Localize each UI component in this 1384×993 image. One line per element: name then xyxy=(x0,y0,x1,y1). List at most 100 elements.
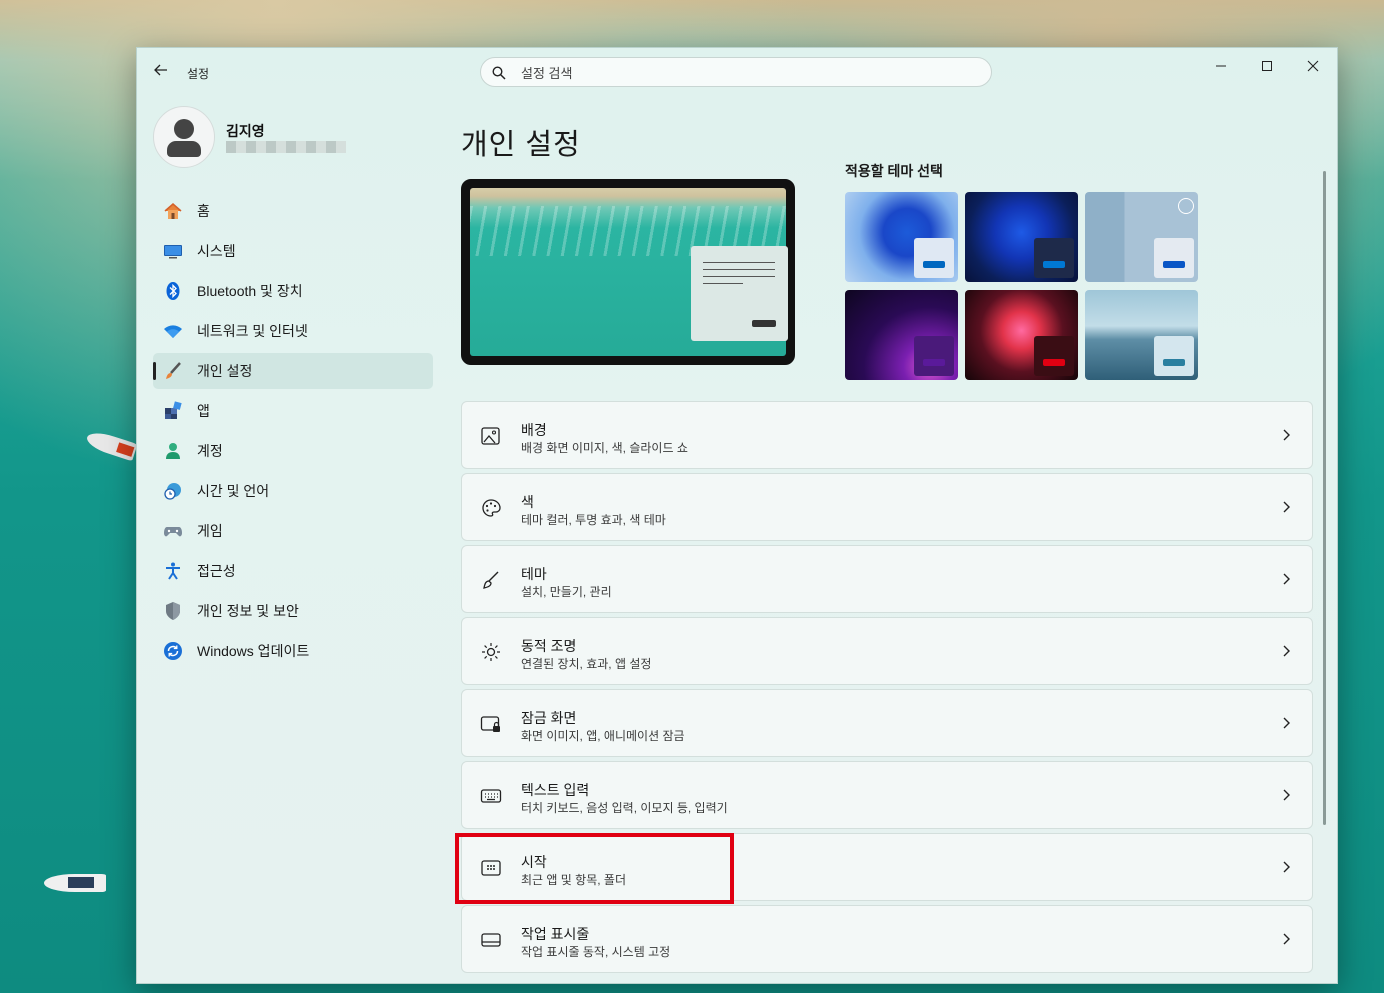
setting-title: 잠금 화면 xyxy=(521,710,577,726)
chevron-right-icon xyxy=(1283,645,1290,657)
avatar[interactable] xyxy=(153,106,215,168)
sidebar-nav: 홈 시스템 Bluetooth 및 장치 네트워크 및 인터넷 개인 설정 앱 … xyxy=(153,193,433,673)
palette-icon xyxy=(482,499,501,517)
theme-glow[interactable] xyxy=(845,290,958,380)
image-icon xyxy=(481,427,500,445)
sidebar-item-privacy-security[interactable]: 개인 정보 및 보안 xyxy=(153,593,433,629)
sidebar-item-personalization[interactable]: 개인 설정 xyxy=(153,353,433,389)
theme-captured-motion[interactable] xyxy=(965,290,1078,380)
selection-indicator xyxy=(153,362,156,380)
sidebar-item-system[interactable]: 시스템 xyxy=(153,233,433,269)
setting-subtitle: 연결된 장치, 효과, 앱 설정 xyxy=(521,657,652,671)
back-button[interactable] xyxy=(151,62,171,82)
brush-icon xyxy=(483,571,499,589)
setting-background[interactable]: 배경 배경 화면 이미지, 색, 슬라이드 쇼 xyxy=(461,401,1313,469)
sidebar-item-bluetooth[interactable]: Bluetooth 및 장치 xyxy=(153,273,433,309)
sidebar-item-gaming[interactable]: 게임 xyxy=(153,513,433,549)
setting-title: 배경 xyxy=(521,422,547,438)
app-title: 설정 xyxy=(187,67,210,81)
minimize-button[interactable] xyxy=(1198,54,1244,80)
chevron-right-icon xyxy=(1283,573,1290,585)
maximize-icon xyxy=(1262,61,1272,71)
close-icon xyxy=(1307,60,1319,72)
sidebar-item-apps[interactable]: 앱 xyxy=(153,393,433,429)
search-box[interactable] xyxy=(480,57,992,87)
keyboard-icon xyxy=(480,789,502,803)
theme-preview xyxy=(461,179,795,365)
setting-title: 작업 표시줄 xyxy=(521,926,590,942)
taskbar-icon xyxy=(481,933,501,947)
theme-sunrise[interactable] xyxy=(1085,290,1198,380)
sidebar-item-label: 시간 및 언어 xyxy=(197,483,270,499)
preview-window xyxy=(691,246,788,341)
update-icon xyxy=(163,641,183,661)
setting-subtitle: 테마 컬러, 투명 효과, 색 테마 xyxy=(521,513,666,527)
setting-taskbar[interactable]: 작업 표시줄 작업 표시줄 동작, 시스템 고정 xyxy=(461,905,1313,973)
sidebar-item-accessibility[interactable]: 접근성 xyxy=(153,553,433,589)
sidebar-item-home[interactable]: 홈 xyxy=(153,193,433,229)
accessibility-icon xyxy=(163,561,183,581)
lock-screen-icon xyxy=(480,716,500,732)
preview-wallpaper xyxy=(470,188,788,356)
chevron-right-icon xyxy=(1283,717,1290,729)
close-button[interactable] xyxy=(1290,54,1336,80)
setting-title: 색 xyxy=(521,494,534,510)
page-title: 개인 설정 xyxy=(461,129,581,162)
sidebar-item-label: 게임 xyxy=(197,523,223,539)
theme-windows-dark[interactable] xyxy=(965,192,1078,282)
setting-subtitle: 설치, 만들기, 관리 xyxy=(521,585,612,599)
setting-subtitle: 화면 이미지, 앱, 애니메이션 잠금 xyxy=(521,729,685,743)
highlight-box xyxy=(455,833,734,904)
sidebar-item-label: 앱 xyxy=(197,403,210,419)
scrollbar[interactable] xyxy=(1323,171,1326,825)
wifi-icon xyxy=(163,321,183,341)
globe-clock-icon xyxy=(163,481,183,501)
setting-colors[interactable]: 색 테마 컬러, 투명 효과, 색 테마 xyxy=(461,473,1313,541)
bluetooth-icon xyxy=(163,281,183,301)
maximize-button[interactable] xyxy=(1244,54,1290,80)
sidebar-item-network[interactable]: 네트워크 및 인터넷 xyxy=(153,313,433,349)
sidebar-item-accounts[interactable]: 계정 xyxy=(153,433,433,469)
setting-text-input[interactable]: 텍스트 입력 터치 키보드, 음성 입력, 이모지 등, 입력기 xyxy=(461,761,1313,829)
search-input[interactable] xyxy=(519,63,963,83)
chevron-right-icon xyxy=(1283,861,1290,873)
sidebar-item-label: 계정 xyxy=(197,443,223,459)
search-icon xyxy=(492,66,506,80)
setting-title: 동적 조명 xyxy=(521,638,577,654)
setting-title: 테마 xyxy=(521,566,547,582)
sidebar-item-label: 개인 설정 xyxy=(197,363,253,379)
setting-subtitle: 터치 키보드, 음성 입력, 이모지 등, 입력기 xyxy=(521,801,728,815)
theme-flowers[interactable] xyxy=(1085,192,1198,282)
profile-name: 김지영 xyxy=(226,123,265,139)
chevron-right-icon xyxy=(1283,933,1290,945)
setting-themes[interactable]: 테마 설치, 만들기, 관리 xyxy=(461,545,1313,613)
themes-heading: 적용할 테마 선택 xyxy=(845,163,943,179)
sidebar-item-label: 홈 xyxy=(197,203,210,219)
shield-icon xyxy=(163,601,183,621)
profile-email-redacted xyxy=(226,141,346,153)
chevron-right-icon xyxy=(1283,789,1290,801)
desktop-boat xyxy=(84,428,138,462)
system-icon xyxy=(163,241,183,261)
setting-subtitle: 배경 화면 이미지, 색, 슬라이드 쇼 xyxy=(521,441,688,455)
sidebar-item-windows-update[interactable]: Windows 업데이트 xyxy=(153,633,433,669)
theme-windows-light[interactable] xyxy=(845,192,958,282)
sidebar-item-label: 개인 정보 및 보안 xyxy=(197,603,299,619)
minimize-icon xyxy=(1216,65,1226,67)
setting-lock-screen[interactable]: 잠금 화면 화면 이미지, 앱, 애니메이션 잠금 xyxy=(461,689,1313,757)
apps-icon xyxy=(163,401,183,421)
setting-title: 텍스트 입력 xyxy=(521,782,590,798)
sidebar-item-label: 네트워크 및 인터넷 xyxy=(197,323,308,339)
sidebar-item-label: Bluetooth 및 장치 xyxy=(197,283,303,299)
title-bar: 설정 xyxy=(137,48,1337,96)
chevron-right-icon xyxy=(1283,429,1290,441)
setting-subtitle: 작업 표시줄 동작, 시스템 고정 xyxy=(521,945,671,959)
setting-dynamic-lighting[interactable]: 동적 조명 연결된 장치, 효과, 앱 설정 xyxy=(461,617,1313,685)
settings-window: 설정 김지영 홈 시스템 Blueto xyxy=(136,47,1338,984)
sidebar-item-label: Windows 업데이트 xyxy=(197,643,310,659)
account-icon xyxy=(163,441,183,461)
brush-icon xyxy=(163,361,183,381)
theme-badge-icon xyxy=(1178,198,1194,214)
sidebar-item-time-language[interactable]: 시간 및 언어 xyxy=(153,473,433,509)
back-arrow-icon xyxy=(154,64,167,76)
